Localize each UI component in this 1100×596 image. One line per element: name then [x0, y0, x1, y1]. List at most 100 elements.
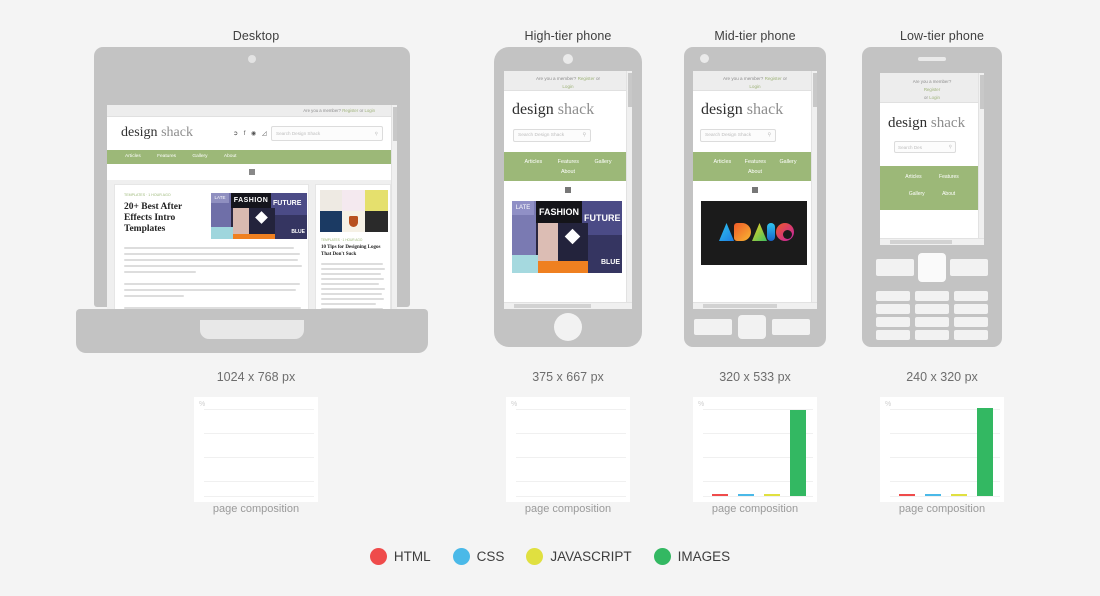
chart-caption-mid-tier-phone: page composition [711, 503, 799, 515]
menu-key[interactable] [694, 319, 732, 335]
or-text: or [782, 76, 788, 81]
search-input[interactable]: Search Design Shack ⚲ [513, 129, 591, 142]
collage-word-blue: BLUE [291, 229, 305, 235]
search-icon[interactable]: ⚲ [767, 133, 771, 138]
legend-label-css: CSS [476, 549, 505, 564]
register-link[interactable]: Register [765, 76, 782, 81]
secondary-article-thumbnail[interactable] [320, 190, 388, 232]
register-link[interactable]: Register [578, 76, 595, 81]
social-links[interactable]: ➲ f ◉ ◿ [233, 130, 269, 137]
search-icon[interactable]: ⚲ [375, 131, 378, 137]
search-input[interactable]: Search Des ⚲ [894, 141, 956, 153]
soft-key-right[interactable] [950, 259, 988, 276]
site-logo[interactable]: design shack [512, 101, 594, 119]
keypad-key[interactable] [954, 291, 988, 301]
search-input[interactable]: Search Design Shack ⚲ [700, 129, 776, 142]
register-link[interactable]: Register [342, 108, 358, 113]
vertical-scrollbar[interactable] [978, 73, 984, 245]
legend-item-javascript[interactable]: JAVASCRIPT [526, 548, 632, 565]
nav-item-articles[interactable]: Articles [905, 172, 921, 183]
chart-high-tier-phone: % [506, 397, 630, 502]
login-link[interactable]: Login [929, 95, 940, 100]
nav-item-gallery[interactable]: Gallery [192, 150, 207, 164]
rss-icon[interactable]: ◿ [262, 131, 269, 137]
horizontal-scrollbar[interactable] [880, 238, 984, 245]
main-nav[interactable]: Articles Features Gallery About [693, 152, 817, 181]
legend-item-html[interactable]: HTML [369, 548, 431, 565]
placeholder-image-icon [752, 187, 758, 193]
facebook-icon[interactable]: f [244, 131, 248, 137]
keypad-key[interactable] [876, 291, 910, 301]
login-link[interactable]: Login [749, 84, 760, 89]
main-nav[interactable]: Articles Features Gallery About [107, 150, 397, 164]
member-prompt-text: Are you a member? [722, 76, 764, 81]
article-headline[interactable]: 20+ Best After Effects Intro Templates [124, 202, 204, 235]
home-button[interactable] [554, 313, 582, 341]
chart-desktop: % [194, 397, 318, 502]
mid-tier-viewport: Are you a member? Register or Login desi… [693, 71, 817, 309]
nav-item-articles[interactable]: Articles [713, 157, 731, 167]
hardware-key-row[interactable] [694, 315, 816, 339]
search-input[interactable]: Search Design Shack ⚲ [271, 126, 383, 141]
main-nav[interactable]: Articles Features Gallery About [504, 152, 632, 181]
keypad-key[interactable] [915, 330, 949, 340]
site-logo[interactable]: design shack [888, 115, 965, 132]
twitter-icon[interactable]: ➲ [233, 131, 240, 137]
featured-thumbnail[interactable]: FASHION FUTURE LATE BLUE [512, 201, 622, 273]
featured-image[interactable] [701, 201, 807, 265]
legend-item-css[interactable]: CSS [452, 548, 505, 565]
secondary-article-headline[interactable]: 10 Tips for Designing Logos That Don't S… [321, 245, 385, 258]
site-logo[interactable]: design shack [701, 101, 783, 119]
keypad-key[interactable] [876, 317, 910, 327]
nav-item-articles[interactable]: Articles [524, 157, 542, 167]
nav-item-gallery[interactable]: Gallery [909, 189, 925, 200]
google-plus-icon[interactable]: ◉ [251, 131, 258, 137]
nav-item-features[interactable]: Features [558, 157, 579, 167]
vertical-scrollbar[interactable] [811, 71, 817, 309]
nav-item-gallery[interactable]: Gallery [779, 157, 796, 167]
legend-item-images[interactable]: IMAGES [653, 548, 730, 565]
legend-dot-javascript [526, 548, 544, 565]
nav-item-about[interactable]: About [504, 167, 632, 177]
collage-word-future: FUTURE [271, 193, 307, 215]
nav-item-gallery[interactable]: Gallery [594, 157, 611, 167]
legend-label-html: HTML [393, 549, 431, 564]
search-icon[interactable]: ⚲ [582, 133, 586, 138]
nav-item-about[interactable]: About [224, 150, 237, 164]
keypad-key[interactable] [915, 291, 949, 301]
back-key[interactable] [772, 319, 810, 335]
logo-word-design: design [512, 101, 554, 118]
keypad-key[interactable] [954, 330, 988, 340]
site-logo[interactable]: design shack [121, 125, 193, 141]
dpad-key[interactable] [918, 253, 946, 282]
vertical-scrollbar[interactable] [626, 71, 632, 309]
keypad-key[interactable] [915, 304, 949, 314]
keypad-key[interactable] [954, 317, 988, 327]
member-topbar: Are you a member? Register or Login [107, 105, 397, 117]
nav-item-about[interactable]: About [942, 189, 955, 200]
keypad-key[interactable] [954, 304, 988, 314]
chart-plot-area [894, 405, 998, 496]
article-thumbnail[interactable]: FASHION FUTURE LATE BLUE [211, 193, 307, 239]
search-icon[interactable]: ⚲ [949, 144, 952, 150]
nav-item-features[interactable]: Features [745, 157, 766, 167]
login-link[interactable]: Login [562, 84, 573, 89]
keypad-key[interactable] [915, 317, 949, 327]
nav-item-features[interactable]: Features [157, 150, 176, 164]
register-link[interactable]: Register [924, 87, 940, 92]
bar-javascript [763, 494, 781, 496]
search-placeholder-text: Search Design Shack [276, 131, 321, 136]
nav-item-articles[interactable]: Articles [125, 150, 141, 164]
nav-item-about[interactable]: About [693, 167, 817, 177]
keypad-key[interactable] [876, 304, 910, 314]
soft-key-left[interactable] [876, 259, 914, 276]
main-nav[interactable]: Articles Features Gallery About [880, 166, 984, 210]
home-key[interactable] [738, 315, 766, 339]
size-caption-desktop: 1024 x 768 px [216, 370, 296, 384]
keypad[interactable] [876, 253, 988, 340]
keypad-key[interactable] [876, 330, 910, 340]
horizontal-scrollbar[interactable] [693, 302, 817, 309]
nav-item-features[interactable]: Features [939, 172, 959, 183]
horizontal-scrollbar[interactable] [504, 302, 632, 309]
login-link[interactable]: Login [364, 108, 375, 113]
